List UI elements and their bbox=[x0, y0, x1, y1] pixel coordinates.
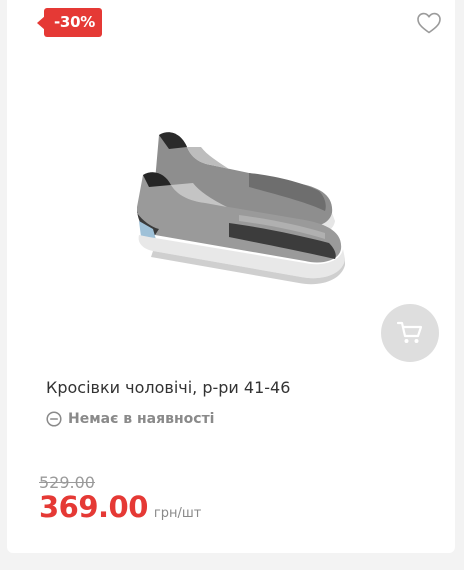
add-to-cart-button[interactable] bbox=[381, 304, 439, 362]
stock-status-text: Немає в наявності bbox=[68, 411, 215, 427]
heart-icon[interactable] bbox=[416, 11, 442, 35]
product-title[interactable]: Кросівки чоловічі, р-ри 41-46 bbox=[46, 378, 290, 397]
product-card[interactable]: -30% Кросівки чоловічі, р-ри 41-46 Немає… bbox=[7, 0, 455, 553]
price-row: 369.00 грн/шт bbox=[39, 490, 201, 524]
shopping-cart-icon bbox=[396, 321, 423, 343]
minus-circle-icon bbox=[46, 411, 62, 427]
price-unit: грн/шт bbox=[153, 506, 202, 521]
stock-status: Немає в наявності bbox=[46, 411, 214, 427]
product-image[interactable] bbox=[129, 125, 349, 285]
current-price: 369.00 bbox=[39, 490, 148, 524]
discount-badge: -30% bbox=[37, 8, 102, 37]
